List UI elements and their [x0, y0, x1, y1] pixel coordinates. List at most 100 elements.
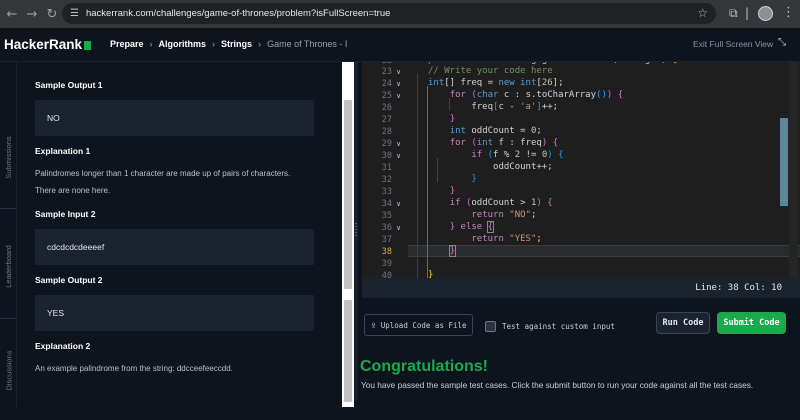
- line-number: 24: [381, 79, 392, 89]
- problem-scroll-thumb-lower[interactable]: [344, 300, 352, 402]
- code-line: int[] freq = new int[26];: [428, 78, 564, 88]
- exit-fullscreen-link[interactable]: Exit Full Screen View: [693, 39, 773, 49]
- line-number: 35: [381, 211, 392, 221]
- code-line: oddCount++;: [428, 162, 553, 172]
- breadcrumb: Prepare › Algorithms › Strings › Game of…: [110, 39, 347, 49]
- custom-input-checkbox[interactable]: [485, 321, 496, 332]
- line-number: 28: [381, 127, 392, 137]
- browser-menu-icon[interactable]: ⋮: [782, 5, 795, 20]
- editor-scrollbar[interactable]: [789, 62, 798, 278]
- run-code-button[interactable]: Run Code: [656, 312, 710, 334]
- tab-leaderboard[interactable]: Leaderboard: [0, 212, 17, 320]
- back-icon[interactable]: ←: [2, 7, 22, 22]
- profile-avatar[interactable]: [758, 6, 773, 21]
- tab-label: Discussions: [4, 349, 14, 391]
- breadcrumb-prepare[interactable]: Prepare: [110, 39, 144, 49]
- fold-chevron-icon[interactable]: ∨: [396, 68, 401, 76]
- line-number: 32: [381, 175, 392, 185]
- code-area[interactable]: public static String gameOfThrones(Strin…: [408, 62, 800, 278]
- divider-icon: |: [745, 6, 750, 20]
- code-line: freq[c - 'a']++;: [428, 102, 559, 112]
- code-line: }: [428, 270, 434, 278]
- drag-handle-icon[interactable]: · · · · ·: [354, 220, 358, 240]
- code-line: }: [471, 174, 477, 184]
- extensions-icon[interactable]: ⧉: [729, 6, 738, 21]
- code-line: for (int f : freq) {: [449, 138, 559, 148]
- site-header: HackerRank Prepare › Algorithms › String…: [0, 28, 800, 62]
- line-number: 31: [381, 163, 392, 173]
- tab-divider: [0, 208, 17, 209]
- forward-icon[interactable]: →: [22, 7, 42, 22]
- problem-statement: Sample Output 1 NO Explanation 1 Palindr…: [17, 62, 342, 407]
- tab-discussions[interactable]: Discussions: [0, 320, 17, 420]
- address-bar[interactable]: ☰ hackerrank.com/challenges/game-of-thro…: [62, 3, 716, 24]
- line-number: 25: [381, 91, 392, 101]
- upload-icon: ⇪: [370, 320, 377, 330]
- sample-input-2-title: Sample Input 2: [35, 209, 96, 219]
- cursor-position: Line: 38 Col: 10: [695, 283, 782, 293]
- code-line: for (char c : s.toCharArray()) {: [449, 90, 624, 100]
- result-title: Congratulations!: [360, 358, 488, 375]
- fold-chevron-icon[interactable]: ∨: [396, 200, 401, 208]
- browser-toolbar: ← → ↻ ☰ hackerrank.com/challenges/game-o…: [0, 0, 800, 28]
- chevron-right-icon: ›: [149, 39, 153, 49]
- tab-label: Submissions: [4, 135, 13, 179]
- sample-output-1-title: Sample Output 1: [35, 80, 103, 90]
- site-info-icon[interactable]: ☰: [70, 8, 79, 19]
- submit-code-button[interactable]: Submit Code: [717, 312, 786, 334]
- editor-overview-ruler[interactable]: [780, 118, 788, 206]
- fold-chevron-icon[interactable]: ∨: [396, 140, 401, 148]
- line-number: 23: [381, 67, 392, 77]
- code-line: if (oddCount > 1) {: [449, 198, 553, 208]
- fold-chevron-icon[interactable]: ∨: [396, 92, 401, 100]
- upload-code-button[interactable]: ⇪ Upload Code as File: [364, 314, 473, 336]
- fold-chevron-icon[interactable]: ∨: [396, 80, 401, 88]
- chevron-right-icon: ›: [212, 39, 216, 49]
- result-message: You have passed the sample test cases. C…: [361, 380, 754, 390]
- code-line: return "YES";: [471, 234, 542, 244]
- exit-fullscreen-icon[interactable]: ⤡: [778, 37, 786, 48]
- tab-label: Leaderboard: [4, 244, 14, 288]
- logo-text: HackerRank: [4, 37, 83, 52]
- problem-scroll-thumb[interactable]: [344, 100, 352, 289]
- tab-divider: [0, 318, 17, 319]
- editor-actions: ⇪ Upload Code as File Test against custo…: [362, 298, 800, 353]
- code-line: public static String gameOfThrones(Strin…: [428, 62, 677, 65]
- line-number: 26: [381, 103, 392, 113]
- reload-icon[interactable]: ↻: [42, 7, 62, 22]
- bookmark-star-icon[interactable]: ☆: [697, 6, 708, 20]
- code-line: }: [448, 245, 457, 257]
- line-number-active: 38: [381, 247, 392, 257]
- code-editor[interactable]: 22 23 24 25 26 27 28 29 30 31 32 33 34 3…: [362, 62, 800, 278]
- side-tabs: Submissions Leaderboard Discussions: [0, 62, 17, 407]
- explanation-1-title: Explanation 1: [35, 146, 91, 156]
- explanation-2-title: Explanation 2: [35, 341, 91, 351]
- editor-gutter: 22 23 24 25 26 27 28 29 30 31 32 33 34 3…: [362, 62, 404, 278]
- code-line: int oddCount = 0;: [449, 126, 542, 136]
- chevron-right-icon: ›: [258, 39, 262, 49]
- breadcrumb-strings[interactable]: Strings: [221, 39, 252, 49]
- code-line: }: [449, 114, 456, 124]
- line-number: 27: [381, 115, 392, 125]
- sample-output-2: YES: [35, 295, 314, 331]
- fold-chevron-icon[interactable]: ∨: [396, 224, 401, 232]
- breadcrumb-current: Game of Thrones - I: [267, 39, 348, 49]
- custom-input-label[interactable]: Test against custom input: [502, 322, 615, 331]
- code-line: } else {: [449, 221, 495, 233]
- url-text: hackerrank.com/challenges/game-of-throne…: [85, 8, 391, 19]
- tab-submissions[interactable]: Submissions: [0, 102, 17, 212]
- hackerrank-logo[interactable]: HackerRank: [4, 37, 92, 52]
- line-number: 34: [381, 199, 392, 209]
- line-number: 30: [381, 151, 392, 161]
- line-number: 39: [381, 259, 392, 269]
- sample-output-1: NO: [35, 100, 314, 136]
- line-number: 29: [381, 139, 392, 149]
- explanation-1-line1: Palindromes longer than 1 character are …: [35, 169, 291, 178]
- code-line: }: [449, 186, 456, 196]
- bottom-bar: [354, 400, 800, 407]
- fold-chevron-icon[interactable]: ∨: [396, 152, 401, 160]
- explanation-2: An example palindrome from the string: d…: [35, 364, 233, 373]
- breadcrumb-algorithms[interactable]: Algorithms: [159, 39, 207, 49]
- editor-status-bar: Line: 38 Col: 10: [362, 278, 800, 298]
